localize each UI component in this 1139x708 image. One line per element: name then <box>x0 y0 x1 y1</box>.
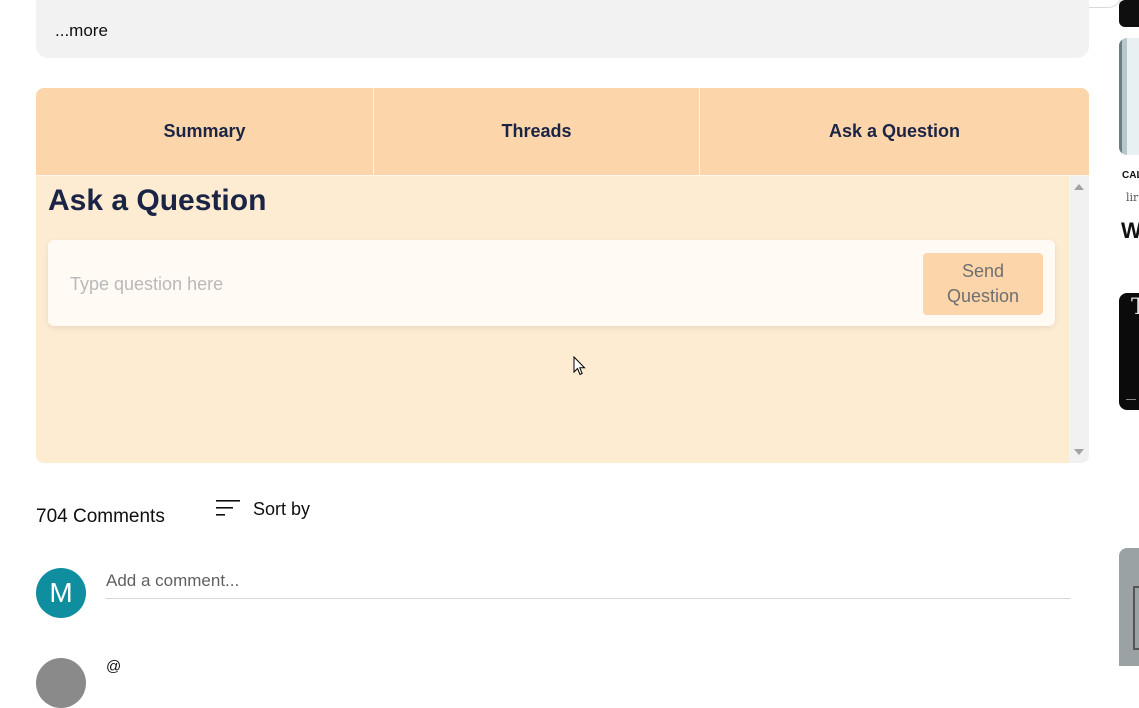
scroll-down-arrow-icon[interactable] <box>1074 449 1084 455</box>
related-video-caption: CAL <box>1122 170 1139 181</box>
thumbnail-glyph: T <box>1131 295 1139 320</box>
thumbnail-edge <box>1119 38 1122 155</box>
sort-icon <box>216 500 240 516</box>
related-video-thumbnail[interactable] <box>1119 38 1139 155</box>
thumbnail-highlight <box>1127 38 1139 155</box>
panel-tabs: Summary Threads Ask a Question <box>36 88 1089 176</box>
comment-author[interactable]: @ <box>106 658 121 675</box>
extension-panel: Summary Threads Ask a Question Ask a Que… <box>36 88 1089 463</box>
sort-by-button[interactable]: Sort by <box>215 498 310 520</box>
description-more-link[interactable]: ...more <box>55 21 108 41</box>
related-video-math-text: lir <box>1126 191 1139 204</box>
send-button-label-line2: Question <box>946 286 1020 306</box>
related-video-title-letter: W <box>1121 218 1139 243</box>
user-avatar[interactable]: M <box>36 568 86 618</box>
ask-question-heading: Ask a Question <box>48 184 267 217</box>
related-video-thumbnail[interactable] <box>1119 548 1139 666</box>
thumbnail-line <box>1126 399 1136 400</box>
send-question-button[interactable]: Send Question <box>923 253 1043 315</box>
add-comment-input[interactable]: Add a comment... <box>106 568 1070 599</box>
related-video-thumbnail[interactable] <box>1119 0 1139 27</box>
question-card: Send Question <box>48 240 1055 326</box>
tab-summary[interactable]: Summary <box>36 88 373 175</box>
scroll-up-arrow-icon[interactable] <box>1074 184 1084 190</box>
thumbnail-frame <box>1133 586 1139 650</box>
comment-count: 704 Comments <box>36 506 165 527</box>
comment-header: @ <box>106 658 121 675</box>
tab-ask-a-question[interactable]: Ask a Question <box>699 88 1089 175</box>
video-description <box>36 0 1089 58</box>
related-video-thumbnail[interactable]: T <box>1119 293 1139 410</box>
sort-by-label: Sort by <box>253 498 311 519</box>
panel-scrollbar[interactable] <box>1069 176 1089 463</box>
tab-threads[interactable]: Threads <box>373 88 699 175</box>
send-button-label-line1: Send <box>961 261 1005 281</box>
mouse-pointer-icon <box>573 356 586 376</box>
question-input[interactable] <box>68 268 912 300</box>
